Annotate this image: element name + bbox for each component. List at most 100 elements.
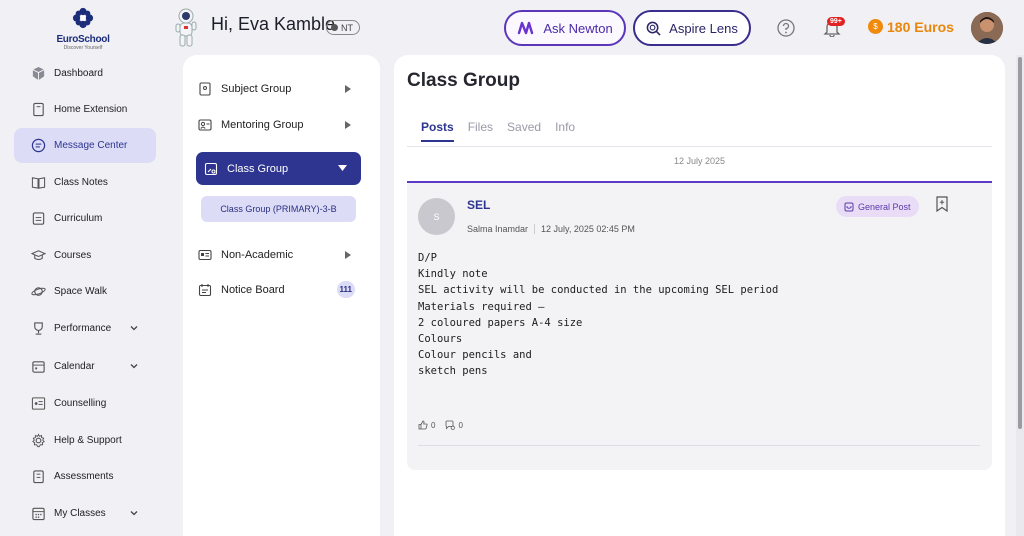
cube-icon [32,66,45,81]
sidebar-item-label: Assessments [54,471,114,482]
logo-tagline: Discover Yourself [63,45,103,51]
aspire-lens-button[interactable]: Aspire Lens [633,10,751,46]
sidebar-item-counselling[interactable]: Counselling [14,386,156,421]
mentoring-group-item[interactable]: Mentoring Group [198,114,361,136]
page-title: Class Group [407,70,520,91]
tab-files[interactable]: Files [468,120,493,142]
calendar-grid-icon [32,507,45,521]
post-tag-label: General Post [858,201,911,212]
sidebar-item-home-extension[interactable]: Home Extension [14,92,156,127]
help-icon[interactable] [777,19,795,37]
chevron-down-icon [130,511,138,516]
comment-icon [446,420,456,430]
graduation-cap-icon [31,250,46,260]
comment-button[interactable]: 0 [445,420,463,430]
sidebar-item-label: Space Walk [54,286,107,297]
user-greeting: Hi, Eva Kamble [211,14,336,34]
tab-posts[interactable]: Posts [421,120,454,142]
badge-dot-icon [331,24,338,31]
post-author: Salma Inamdar [467,224,529,234]
class-board-icon [204,162,218,175]
coin-icon: $ [868,19,883,34]
bookmark-icon[interactable] [935,196,949,212]
sidebar-item-calendar[interactable]: Calendar [14,349,156,384]
mentoring-group-label: Mentoring Group [221,119,304,131]
notice-board-item[interactable]: Notice Board 111 [198,279,361,301]
subject-group-item[interactable]: Subject Group [198,78,361,100]
tab-info[interactable]: Info [555,120,575,142]
notice-board-icon [198,284,212,297]
post-actions: 0 0 [418,420,463,430]
sidebar-item-label: Calendar [54,361,95,372]
sidebar-item-label: Message Center [54,140,128,151]
sidebar-item-label: Home Extension [54,104,128,115]
tab-saved[interactable]: Saved [507,120,541,142]
sidebar-item-message-center[interactable]: Message Center [14,128,156,163]
chevron-down-icon [130,364,138,369]
scrollbar-thumb[interactable] [1018,57,1022,429]
sidebar-item-label: Counselling [54,398,107,409]
sidebar-item-courses[interactable]: Courses [14,238,156,273]
author-avatar[interactable]: S [418,198,455,235]
post-title[interactable]: SEL [467,198,490,212]
post-meta: Salma Inamdar 12 July, 2025 02:45 PM [467,224,635,234]
notification-count-badge: 99+ [827,17,845,26]
subject-group-label: Subject Group [221,83,292,95]
gear-icon [32,433,45,448]
caret-right-icon [345,85,351,93]
ask-newton-button[interactable]: Ask Newton [504,10,626,46]
aspire-lens-label: Aspire Lens [669,20,738,36]
mentor-id-icon [198,119,212,131]
astronaut-icon [175,8,197,47]
sidebar-item-class-notes[interactable]: Class Notes [14,165,156,200]
sidebar-item-performance[interactable]: Performance [14,311,156,346]
sidebar-item-label: Performance [54,323,112,334]
post-card[interactable]: S SEL Salma Inamdar 12 July, 2025 02:45 … [407,181,992,470]
notice-board-label: Notice Board [221,284,285,296]
chevron-down-icon [130,326,138,331]
flower-logo-icon [72,7,94,29]
euroschool-logo[interactable]: EuroSchool Discover Yourself [52,7,114,51]
sidebar-item-help-support[interactable]: Help & Support [14,423,156,458]
post-body: D/P Kindly note SEL activity will be con… [418,252,779,378]
comment-count: 0 [458,420,463,430]
sidebar-item-curriculum[interactable]: Curriculum [14,201,156,236]
book-icon [33,102,44,117]
sidebar-item-label: Dashboard [54,68,103,79]
sidebar-item-assessments[interactable]: Assessments [14,459,156,494]
sidebar-item-space-walk[interactable]: Space Walk [14,274,156,309]
main-content: Class Group Posts Files Saved Info 12 Ju… [394,55,1005,536]
sidebar-item-label: Curriculum [54,213,103,224]
page-scrollbar[interactable] [1016,55,1024,536]
sidebar-item-label: Courses [54,250,92,261]
sidebar-item-dashboard[interactable]: Dashboard [14,56,156,91]
sidebar-item-my-classes[interactable]: My Classes [14,496,156,531]
message-icon [31,138,46,153]
avatar-portrait-icon [971,12,1003,44]
content-tabs: Posts Files Saved Info [421,120,575,142]
caret-right-icon [345,251,351,259]
lens-icon [646,21,661,36]
caret-down-icon [338,165,347,171]
user-avatar[interactable] [971,12,1003,44]
like-button[interactable]: 0 [418,420,435,430]
newton-logo-icon [518,21,534,35]
non-academic-label: Non-Academic [221,249,294,261]
meta-divider [534,224,536,234]
class-group-primary-3b[interactable]: Class Group (PRIMARY)-3-B [201,196,356,222]
class-group-item[interactable]: Class Group [196,152,361,185]
group-panel: Subject Group Mentoring Group Class Grou… [183,55,380,536]
user-badge: NT [326,20,360,35]
document-icon [32,212,45,225]
non-academic-item[interactable]: Non-Academic [198,244,361,266]
date-label: 12 July 2025 [663,156,736,166]
euro-balance[interactable]: 180 Euros [887,19,954,35]
sidebar-item-label: Help & Support [54,435,122,446]
calendar-icon [32,361,45,373]
non-academic-card-icon [198,249,212,261]
subject-book-icon [199,82,211,96]
notice-count-badge: 111 [336,281,355,298]
post-timestamp: 12 July, 2025 02:45 PM [541,224,635,234]
presentation-icon [31,397,46,410]
post-tag-icon [844,202,854,211]
